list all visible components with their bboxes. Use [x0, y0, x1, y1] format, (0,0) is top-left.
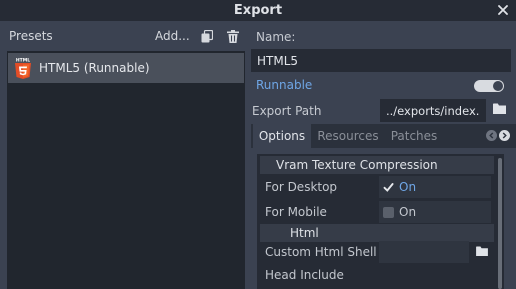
for-mobile-field [379, 201, 491, 223]
for-mobile-value: On [399, 205, 417, 219]
html5-icon: HTML [13, 57, 33, 79]
scrollbar-thumb[interactable] [498, 158, 502, 289]
custom-html-shell-browse-button[interactable] [471, 241, 493, 263]
vram-section-header[interactable]: Vram Texture Compression [260, 156, 494, 174]
presets-header: Presets Add... [0, 25, 247, 47]
folder-icon [492, 103, 506, 117]
html-section-title: Html [290, 226, 319, 240]
tab-scroll-left-icon[interactable] [486, 130, 497, 141]
toggle-knob [493, 81, 503, 91]
runnable-toggle[interactable] [474, 80, 504, 92]
custom-html-shell-field[interactable] [379, 241, 469, 263]
runnable-label: Runnable [256, 78, 313, 92]
folder-icon [476, 245, 488, 259]
close-icon[interactable] [496, 2, 510, 18]
presets-label: Presets [9, 29, 53, 43]
for-desktop-checkbox[interactable] [383, 182, 394, 193]
export-path-label: Export Path [252, 104, 322, 118]
html-section-header[interactable]: Html [260, 224, 494, 242]
for-mobile-checkbox[interactable] [383, 207, 394, 218]
custom-html-shell-label: Custom Html Shell [265, 245, 377, 259]
tab-patches[interactable]: Patches [385, 124, 443, 148]
preset-item-html5[interactable]: HTML HTML5 (Runnable) [8, 53, 244, 83]
name-label: Name: [256, 30, 296, 44]
name-input[interactable]: HTML5 [251, 49, 511, 72]
vram-section-title: Vram Texture Compression [276, 158, 438, 172]
tab-options[interactable]: Options [253, 124, 311, 148]
export-path-input[interactable]: ../exports/index. [380, 99, 486, 122]
export-path-browse-button[interactable] [488, 99, 510, 121]
delete-icon[interactable] [225, 28, 241, 44]
dialog-titlebar: Export [0, 0, 516, 21]
options-inspector: Vram Texture Compression For Desktop On … [257, 154, 504, 289]
preset-name: HTML5 (Runnable) [39, 61, 150, 75]
for-mobile-label: For Mobile [265, 205, 327, 219]
options-panel: Vram Texture Compression For Desktop On … [251, 148, 516, 289]
tab-scroll-right-icon[interactable] [499, 130, 510, 141]
head-include-label: Head Include [265, 268, 344, 282]
add-preset-button[interactable]: Add... [155, 29, 190, 43]
options-scrollbar[interactable] [498, 158, 502, 289]
for-desktop-field [379, 176, 491, 198]
dialog-title: Export [233, 3, 283, 18]
export-dialog: Export Presets Add... HTML HTML5 (Runnab… [0, 0, 516, 289]
svg-text:HTML: HTML [16, 58, 30, 64]
tab-resources[interactable]: Resources [313, 124, 383, 148]
tab-bar: Options Resources Patches [251, 124, 516, 148]
duplicate-icon[interactable] [199, 28, 215, 44]
for-desktop-value: On [399, 180, 417, 194]
for-desktop-label: For Desktop [265, 180, 338, 194]
preset-list: HTML HTML5 (Runnable) [7, 51, 245, 289]
options-tab-container: Options Resources Patches Vram Texture C… [251, 124, 516, 289]
checkmark-icon [383, 183, 394, 192]
